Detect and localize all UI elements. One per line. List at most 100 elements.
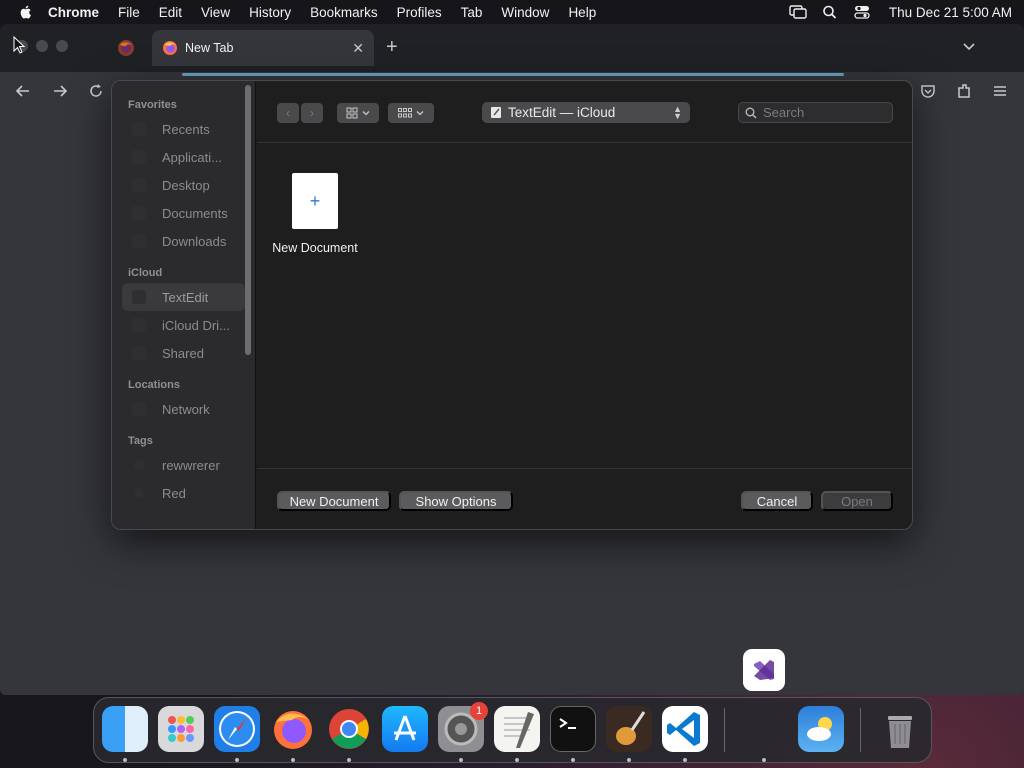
weather-icon[interactable]	[798, 706, 844, 752]
sidebar-item-tag-rewwrerer[interactable]: rewwrerer	[122, 451, 245, 479]
launchpad-icon[interactable]	[158, 706, 204, 752]
app-store-icon[interactable]	[382, 706, 428, 752]
sidebar-item-documents[interactable]: Documents	[122, 199, 245, 227]
running-indicator	[627, 758, 631, 762]
tab-new-tab[interactable]: New Tab ✕	[152, 30, 374, 66]
firefox-icon[interactable]	[270, 706, 316, 752]
new-document-thumbnail[interactable]: +	[292, 173, 338, 229]
running-indicator	[515, 758, 519, 762]
menu-file[interactable]: File	[118, 5, 140, 20]
folder-icon	[132, 290, 146, 304]
extensions-icon[interactable]	[955, 82, 973, 100]
back-arrow-icon[interactable]	[14, 82, 32, 100]
pocket-icon[interactable]	[919, 82, 937, 100]
group-view-button[interactable]	[388, 103, 434, 123]
sidebar-item-applications[interactable]: Applicati...	[122, 143, 245, 171]
dialog-back-button[interactable]: ‹	[277, 103, 299, 123]
search-field[interactable]	[738, 102, 893, 123]
menu-bar: Chrome File Edit View History Bookmarks …	[0, 0, 1024, 24]
terminal-icon[interactable]	[550, 706, 596, 752]
location-popup[interactable]: TextEdit — iCloud ▲ ▼	[482, 102, 690, 123]
new-tab-button[interactable]: +	[386, 36, 398, 59]
running-indicator	[291, 758, 295, 762]
textedit-icon[interactable]	[494, 706, 540, 752]
sidebar-section-favorites: Favorites	[128, 99, 177, 111]
file-item-label: New Document	[272, 241, 358, 255]
zoom-window-button[interactable]	[56, 40, 68, 52]
search-icon	[745, 107, 757, 119]
safari-icon[interactable]	[214, 706, 260, 752]
visual-studio-icon	[754, 660, 774, 680]
grid-icon	[346, 107, 358, 119]
mouse-cursor-icon	[13, 36, 26, 54]
minimize-window-button[interactable]	[36, 40, 48, 52]
tab-strip: New Tab ✕ +	[0, 24, 1024, 72]
spotlight-search-icon[interactable]	[821, 5, 839, 19]
running-indicator	[459, 758, 463, 762]
location-label: TextEdit — iCloud	[508, 105, 616, 120]
chrome-icon[interactable]	[326, 706, 372, 752]
clock-icon	[132, 122, 146, 136]
menu-tab[interactable]: Tab	[461, 5, 483, 20]
sidebar-item-desktop[interactable]: Desktop	[122, 171, 245, 199]
menu-history[interactable]: History	[249, 5, 291, 20]
system-settings-icon[interactable]: 1	[438, 702, 488, 752]
dialog-footer: New Document Show Options Cancel Open	[257, 468, 912, 529]
firefox-favicon-icon	[163, 41, 177, 55]
sidebar-item-shared[interactable]: Shared	[122, 339, 245, 367]
trash-icon[interactable]	[877, 706, 923, 752]
document-icon	[132, 206, 146, 220]
visual-studio-app-icon[interactable]	[743, 649, 785, 691]
firefox-tab-icon[interactable]	[116, 38, 136, 58]
new-document-button[interactable]: New Document	[277, 491, 391, 511]
show-options-button[interactable]: Show Options	[399, 491, 513, 511]
sidebar-item-downloads[interactable]: Downloads	[122, 227, 245, 255]
file-item-new-document[interactable]: + New Document	[271, 173, 359, 255]
sidebar-section-icloud: iCloud	[128, 267, 163, 279]
tag-dot-icon	[134, 460, 144, 470]
sidebar-item-tag-red[interactable]: Red	[122, 479, 245, 507]
dock: 1	[93, 697, 932, 763]
sidebar-scrollbar[interactable]	[245, 85, 251, 355]
menu-bar-clock[interactable]: Thu Dec 21 5:00 AM	[889, 5, 1012, 20]
sidebar-item-network[interactable]: Network	[122, 395, 245, 423]
dialog-sidebar: Favorites Recents Applicati... Desktop D…	[112, 81, 256, 529]
desktop-icon	[132, 178, 146, 192]
vscode-icon[interactable]	[662, 706, 708, 752]
finder-icon[interactable]	[102, 706, 148, 752]
menu-window[interactable]: Window	[501, 5, 549, 20]
cancel-button[interactable]: Cancel	[741, 491, 813, 511]
hamburger-menu-icon[interactable]	[991, 82, 1009, 100]
forward-arrow-icon[interactable]	[51, 82, 69, 100]
sidebar-section-tags: Tags	[128, 435, 153, 447]
menu-bookmarks[interactable]: Bookmarks	[310, 5, 378, 20]
address-bar-focus-ring	[182, 73, 844, 76]
running-indicator	[123, 758, 127, 762]
garageband-icon[interactable]	[606, 706, 652, 752]
notification-badge: 1	[470, 702, 488, 720]
sidebar-item-recents[interactable]: Recents	[122, 115, 245, 143]
open-button[interactable]: Open	[821, 491, 893, 511]
chevron-down-icon[interactable]	[962, 40, 976, 54]
reload-icon[interactable]	[87, 82, 105, 100]
sidebar-item-textedit[interactable]: TextEdit	[122, 283, 245, 311]
search-input[interactable]	[763, 105, 883, 120]
textedit-document-icon	[491, 107, 501, 118]
menu-help[interactable]: Help	[568, 5, 596, 20]
menu-view[interactable]: View	[201, 5, 230, 20]
shared-folder-icon	[132, 346, 146, 360]
close-tab-icon[interactable]: ✕	[352, 40, 364, 57]
dialog-nav-buttons: ‹ ›	[277, 103, 323, 123]
menu-app-name[interactable]: Chrome	[48, 5, 99, 20]
screen-mirroring-icon[interactable]	[789, 5, 807, 19]
apple-icon[interactable]	[18, 4, 34, 20]
menu-edit[interactable]: Edit	[159, 5, 182, 20]
grouped-grid-icon	[398, 108, 412, 118]
network-globe-icon	[132, 402, 146, 416]
cloud-icon	[132, 318, 146, 332]
menu-profiles[interactable]: Profiles	[397, 5, 442, 20]
dialog-forward-button[interactable]: ›	[301, 103, 323, 123]
sidebar-item-icloud-drive[interactable]: iCloud Dri...	[122, 311, 245, 339]
control-center-icon[interactable]	[853, 5, 871, 19]
icon-view-button[interactable]	[337, 103, 379, 123]
